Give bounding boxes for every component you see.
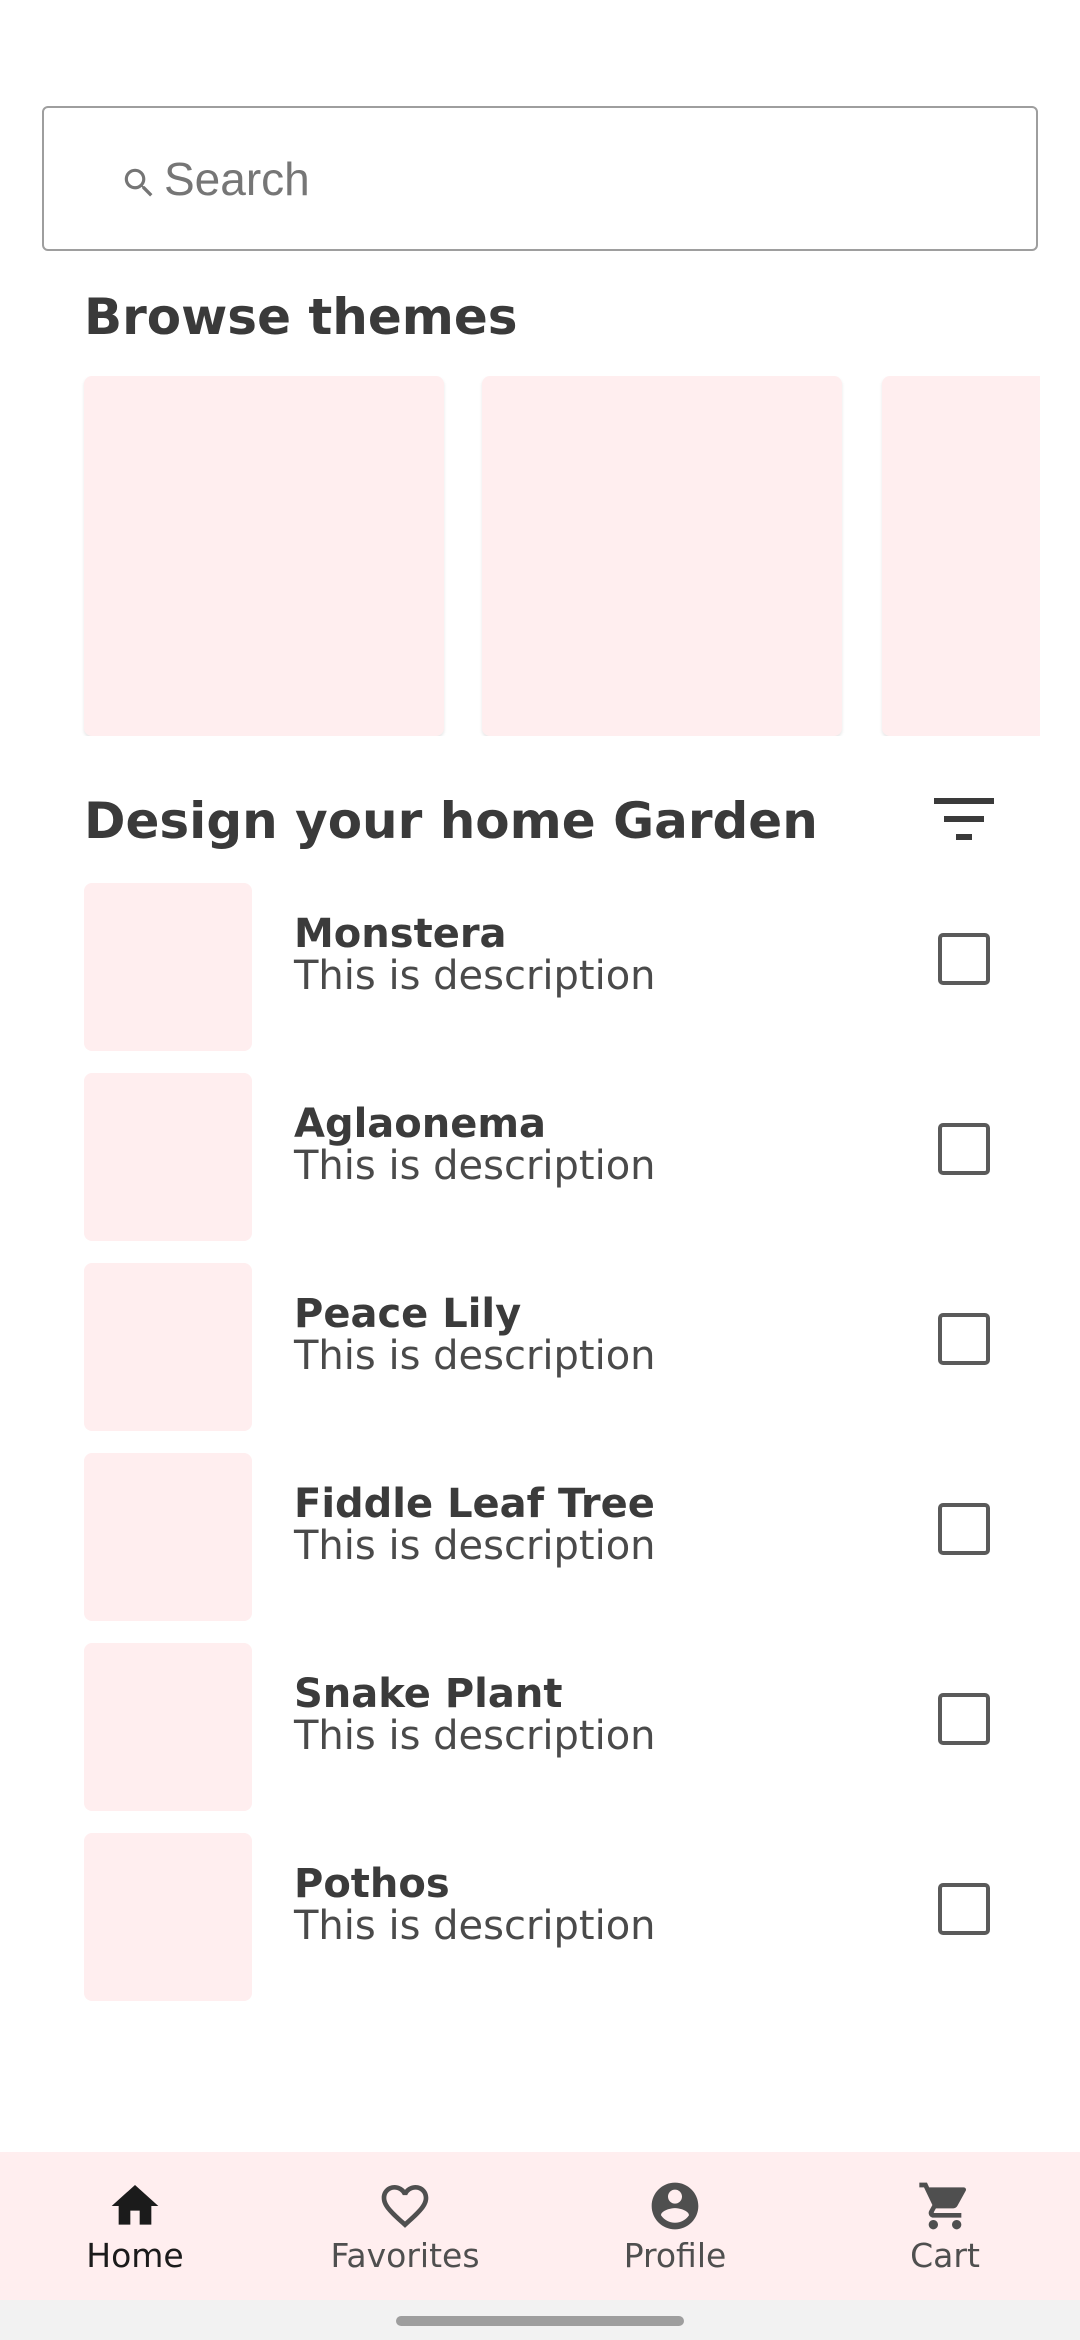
nav-profile-label: Profile: [623, 2236, 727, 2275]
search-icon: [124, 168, 153, 197]
search-bar[interactable]: [42, 106, 1038, 251]
plant-name: Fiddle Leaf Tree: [294, 1481, 655, 1527]
home-screen: Browse themes Design your home Garden Mo…: [0, 0, 1080, 2340]
system-gesture-area: [0, 2300, 1080, 2340]
home-icon: [111, 2185, 159, 2225]
nav-favorites[interactable]: Favorites: [270, 2152, 540, 2300]
bottom-navigation: Home Favorites Profile Cart: [0, 2152, 1080, 2300]
nav-cart[interactable]: Cart: [810, 2152, 1080, 2300]
plant-list-item[interactable]: Monstera This is description: [84, 883, 1004, 1051]
plant-list-item[interactable]: Peace Lily This is description: [84, 1263, 1004, 1431]
plant-name: Monstera: [294, 911, 507, 957]
plant-name: Peace Lily: [294, 1291, 522, 1337]
nav-profile[interactable]: Profile: [540, 2152, 810, 2300]
plant-description: This is description: [294, 1523, 656, 1569]
plant-description: This is description: [294, 1333, 656, 1379]
plant-thumbnail: [84, 1263, 252, 1431]
plant-thumbnail: [84, 1073, 252, 1241]
plant-thumbnail: [84, 883, 252, 1051]
nav-favorites-label: Favorites: [330, 2236, 480, 2275]
plant-thumbnail: [84, 1643, 252, 1811]
plant-name: Pothos: [294, 1861, 450, 1907]
nav-home[interactable]: Home: [0, 2152, 270, 2300]
theme-card[interactable]: [482, 376, 842, 736]
cart-icon: [919, 2182, 967, 2230]
plant-list-item[interactable]: Fiddle Leaf Tree This is description: [84, 1453, 1004, 1621]
theme-card[interactable]: [882, 376, 1040, 736]
browse-themes-title: Browse themes: [84, 288, 518, 346]
plant-checkbox[interactable]: [938, 1503, 990, 1555]
plant-description: This is description: [294, 953, 656, 999]
plant-name: Aglaonema: [294, 1101, 547, 1147]
plant-description: This is description: [294, 1903, 656, 1949]
filter-icon[interactable]: [934, 796, 994, 842]
plant-thumbnail: [84, 1833, 252, 2001]
plant-list-item[interactable]: Pothos This is description: [84, 1833, 1004, 2001]
nav-cart-label: Cart: [910, 2236, 980, 2275]
plant-description: This is description: [294, 1143, 656, 1189]
themes-carousel[interactable]: [0, 376, 1040, 736]
plant-checkbox[interactable]: [938, 1123, 990, 1175]
plant-checkbox[interactable]: [938, 1883, 990, 1935]
plant-thumbnail: [84, 1453, 252, 1621]
plant-checkbox[interactable]: [938, 1693, 990, 1745]
search-input[interactable]: [164, 108, 1024, 249]
plant-list-item[interactable]: Snake Plant This is description: [84, 1643, 1004, 1811]
garden-section-title: Design your home Garden: [84, 792, 818, 850]
plant-checkbox[interactable]: [938, 933, 990, 985]
nav-home-label: Home: [86, 2236, 184, 2275]
home-gesture-bar[interactable]: [396, 2316, 684, 2326]
plant-checkbox[interactable]: [938, 1313, 990, 1365]
theme-card[interactable]: [84, 376, 444, 736]
plant-description: This is description: [294, 1713, 656, 1759]
plant-name: Snake Plant: [294, 1671, 563, 1717]
heart-icon: [381, 2185, 429, 2228]
account-circle-icon: [651, 2182, 699, 2230]
plant-list-item[interactable]: Aglaonema This is description: [84, 1073, 1004, 1241]
